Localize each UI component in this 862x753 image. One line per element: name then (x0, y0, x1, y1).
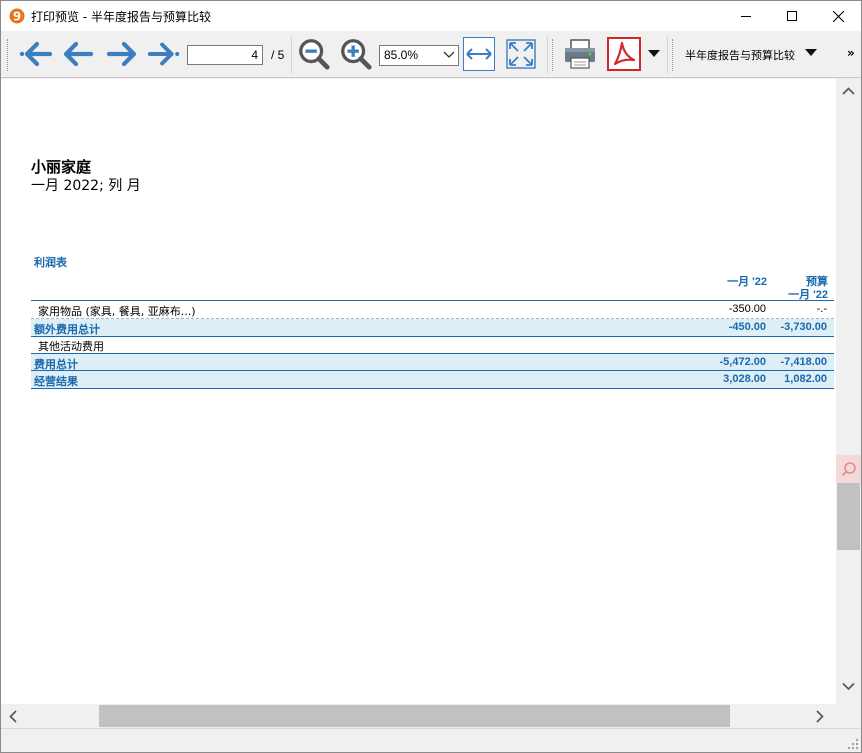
title-bar: 9 打印预览 - 半年度报告与预算比较 (1, 1, 861, 31)
row-label: 家用物品 (家具, 餐具, 亚麻布...) (38, 305, 196, 318)
table-row: 家用物品 (家具, 餐具, 亚麻布...) -350.00 -.- (31, 301, 834, 318)
minimize-icon (741, 16, 751, 17)
row-budget-value: -3,730.00 (780, 321, 827, 333)
scroll-up-icon[interactable] (842, 87, 855, 96)
maximize-button[interactable] (769, 1, 815, 31)
toolbar-grip[interactable] (552, 39, 555, 71)
caret-down-icon[interactable] (805, 49, 817, 57)
arrow-left-icon (63, 41, 94, 67)
row-budget-value: -7,418.00 (780, 356, 827, 368)
printer-icon (565, 39, 595, 69)
page-number-input[interactable]: 4 (187, 45, 263, 65)
export-pdf-button[interactable] (605, 36, 643, 72)
scrollbar-corner (836, 704, 861, 728)
table-row-total: 额外费用总计 -450.00 -3,730.00 (31, 319, 834, 336)
row-actual-value: 3,028.00 (723, 373, 766, 385)
toolbar: 4 / 5 85.0% 半年度报告与预算比较 » (1, 31, 861, 78)
column-header-actual: 一月 '22 (727, 276, 767, 288)
arrow-right-icon (106, 41, 137, 67)
fit-page-icon (506, 39, 536, 69)
toolbar-separator (667, 37, 668, 73)
toolbar-separator (547, 37, 548, 73)
zoom-in-icon (341, 39, 372, 70)
row-label: 额外费用总计 (34, 323, 100, 336)
close-icon (832, 10, 844, 22)
row-actual-value: -450.00 (728, 321, 766, 333)
preview-page[interactable]: 小丽家庭 一月 2022; 列 月 利润表 一月 '22 预算 一月 '22 家… (1, 79, 836, 704)
page-total-label: / 5 (271, 48, 285, 62)
toolbar-separator (291, 37, 292, 73)
resize-grip-icon[interactable] (847, 738, 859, 750)
pdf-icon (607, 37, 641, 71)
caret-down-icon (648, 50, 660, 57)
print-preview-window: 9 打印预览 - 半年度报告与预算比较 4 / 5 85.0% 半年度报告与预算… (0, 0, 862, 753)
table-bottom-rule (31, 388, 834, 389)
export-options-dropdown[interactable] (645, 36, 663, 72)
last-page-button[interactable] (147, 36, 181, 72)
fit-width-button[interactable] (463, 37, 495, 71)
search-marker[interactable] (836, 455, 861, 483)
app-logo-icon: 9 (9, 8, 25, 24)
fit-width-icon (466, 48, 492, 60)
table-row-total: 经营结果 3,028.00 1,082.00 (31, 371, 834, 388)
row-actual-value: -350.00 (728, 303, 766, 315)
next-page-button[interactable] (105, 36, 139, 72)
minimize-button[interactable] (723, 1, 769, 31)
toolbar-overflow-button[interactable]: » (847, 46, 855, 60)
toolbar-grip[interactable] (7, 39, 10, 71)
search-icon (841, 462, 856, 477)
maximize-icon (787, 11, 797, 21)
horizontal-scroll-thumb[interactable] (99, 705, 730, 727)
row-label: 经营结果 (34, 375, 78, 388)
zoom-in-button[interactable] (339, 36, 373, 72)
section-title: 利润表 (34, 256, 67, 269)
horizontal-scrollbar[interactable] (1, 704, 836, 728)
last-page-icon (147, 42, 180, 66)
report-title: 小丽家庭 (31, 158, 92, 176)
fit-page-button[interactable] (504, 36, 538, 72)
row-budget-value: -.- (816, 303, 827, 315)
chevron-down-icon (443, 51, 455, 58)
svg-text:9: 9 (13, 10, 21, 24)
row-budget-value: 1,082.00 (784, 373, 827, 385)
previous-page-button[interactable] (61, 36, 95, 72)
zoom-level-value: 85.0% (384, 48, 419, 62)
scroll-left-icon[interactable] (9, 710, 18, 723)
scroll-down-icon[interactable] (842, 682, 855, 691)
row-actual-value: -5,472.00 (719, 356, 766, 368)
status-bar (1, 728, 861, 752)
report-selector[interactable]: 半年度报告与预算比较 (685, 47, 795, 63)
zoom-out-icon (299, 39, 330, 70)
report-subtitle: 一月 2022; 列 月 (31, 178, 141, 194)
print-button[interactable] (563, 36, 597, 72)
vertical-scrollbar[interactable] (836, 79, 861, 704)
zoom-out-button[interactable] (297, 36, 331, 72)
window-title: 打印预览 - 半年度报告与预算比较 (31, 10, 211, 24)
first-page-button[interactable] (19, 36, 53, 72)
table-row-total: 费用总计 -5,472.00 -7,418.00 (31, 354, 834, 371)
zoom-level-select[interactable]: 85.0% (379, 45, 459, 66)
table-row: 其他活动费用 (31, 336, 834, 353)
toolbar-grip[interactable] (672, 39, 675, 71)
scroll-right-icon[interactable] (815, 710, 824, 723)
close-button[interactable] (815, 1, 861, 31)
row-label: 其他活动费用 (38, 340, 104, 353)
first-page-icon (19, 41, 53, 67)
